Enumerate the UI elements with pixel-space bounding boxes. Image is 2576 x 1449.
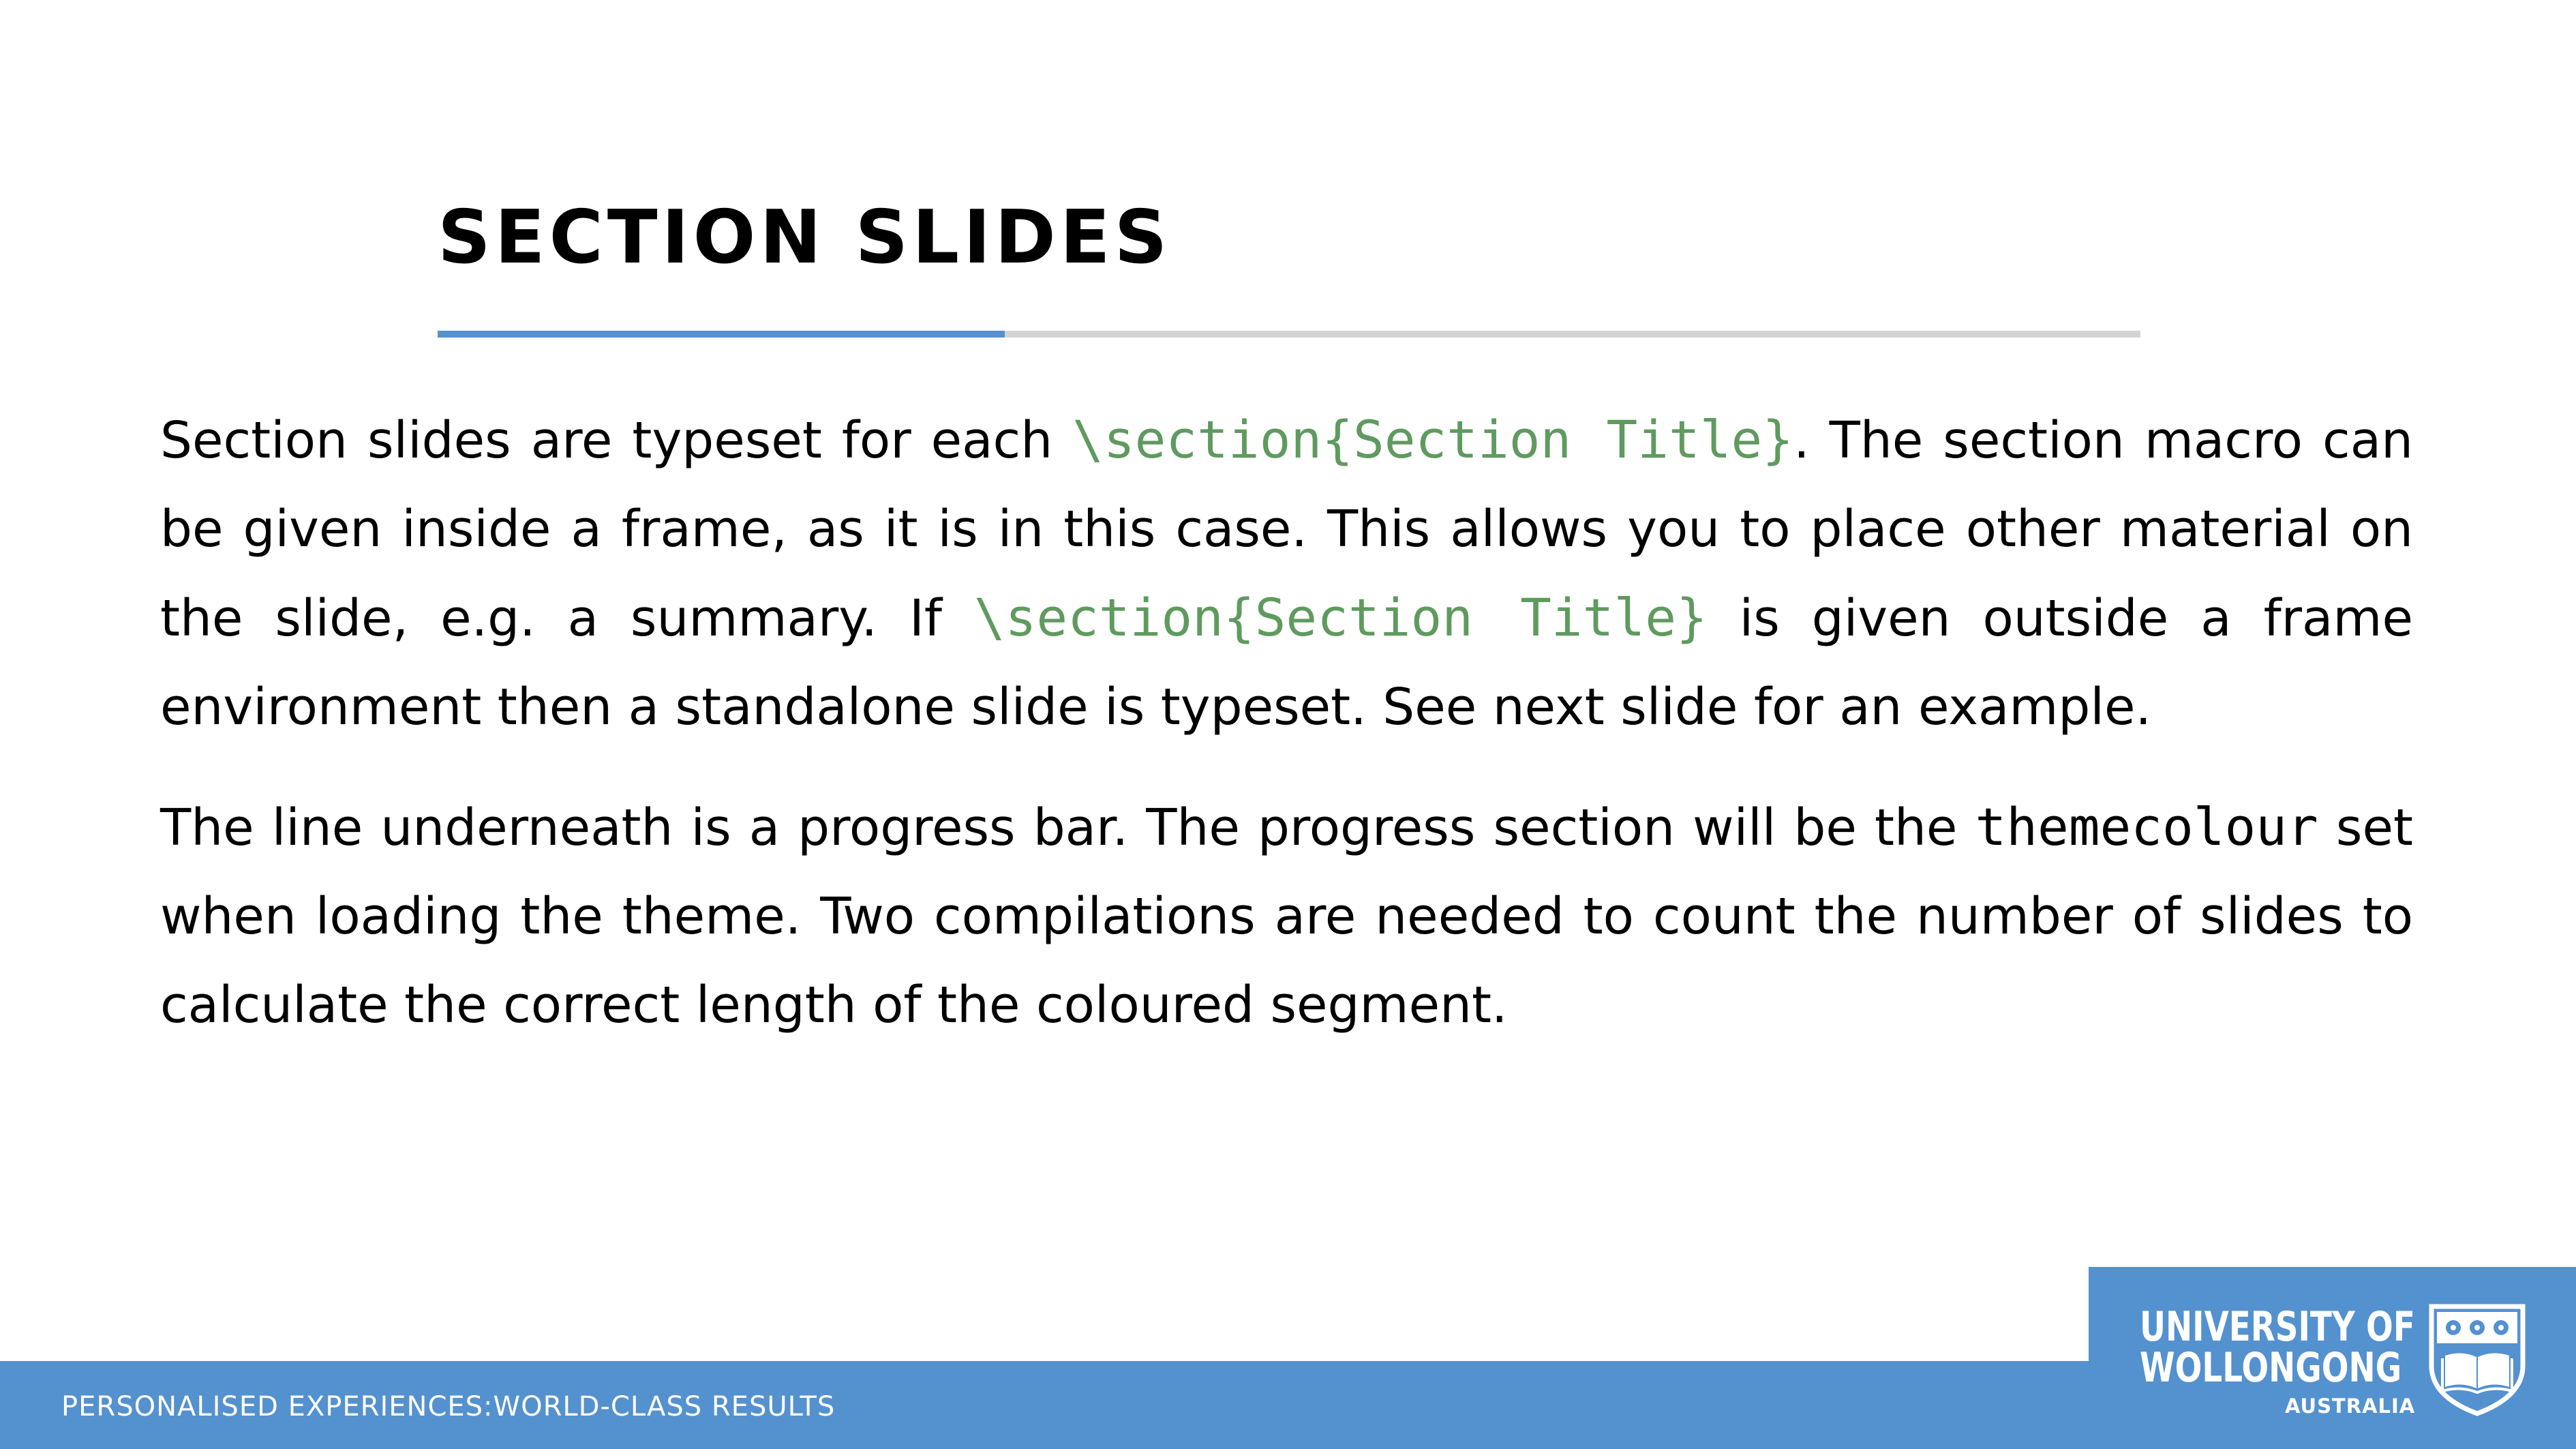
progress-bar-fill <box>438 331 1005 338</box>
logo-text-line3: AUSTRALIA <box>2285 1394 2416 1418</box>
footer-tagline: PERSONALISED EXPERIENCES:WORLD-CLASS RES… <box>61 1391 836 1422</box>
slide-body: Section slides are typeset for each \sec… <box>160 395 2413 1081</box>
logo-text-line1: UNIVERSITY OF <box>2140 1303 2415 1351</box>
text-run: The line underneath is a progress bar. T… <box>160 798 1975 857</box>
body-paragraph: Section slides are typeset for each \sec… <box>160 395 2413 751</box>
inline-code: \section{Section Title} <box>1072 409 1794 470</box>
logo-text-line2: WOLLONGONG <box>2140 1344 2402 1392</box>
inline-code: \section{Section Title} <box>973 587 1708 648</box>
text-run: Section slides are typeset for each <box>160 411 1073 470</box>
progress-bar <box>438 331 2140 338</box>
body-paragraph: The line underneath is a progress bar. T… <box>160 783 2413 1049</box>
slide-title: SECTION SLIDES <box>438 195 1172 280</box>
university-crest-icon <box>2429 1304 2526 1416</box>
university-logo: UNIVERSITY OF WOLLONGONG AUSTRALIA <box>2089 1267 2576 1449</box>
inline-code: themecolour <box>1975 796 2318 857</box>
